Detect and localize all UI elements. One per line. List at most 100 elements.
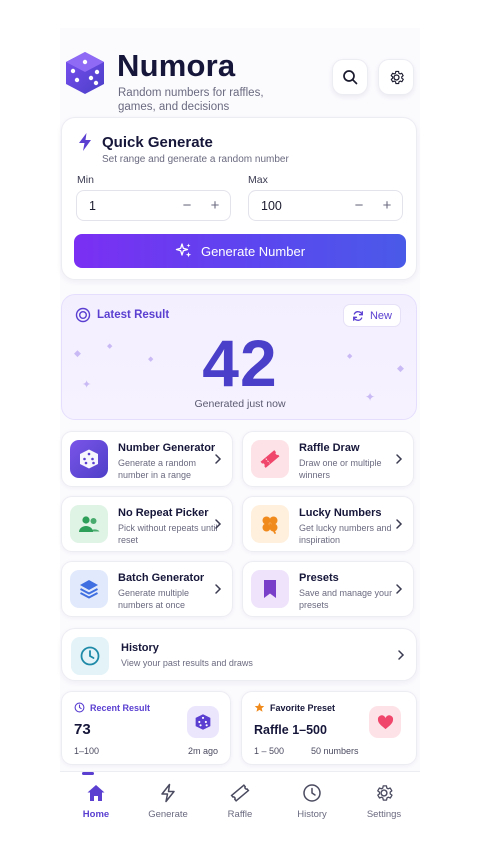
history-icon-box <box>71 637 109 675</box>
tile-icon-box <box>251 440 289 478</box>
tile-raffle-draw[interactable]: Raffle Draw Draw one or multiple winners <box>242 431 414 487</box>
history-row[interactable]: History View your past results and draws <box>61 628 417 681</box>
clock-icon <box>74 702 85 713</box>
max-decrement-button[interactable]: − <box>349 196 369 216</box>
favorite-preset-header: Favorite Preset <box>254 702 335 713</box>
tile-title: Batch Generator <box>118 572 205 584</box>
latest-result-title: Latest Result <box>97 309 170 321</box>
dice-icon <box>195 714 211 730</box>
nav-label: Settings <box>366 809 402 820</box>
chevron-right-icon <box>396 519 403 529</box>
favorite-preset-icon-box <box>369 706 401 738</box>
refresh-icon <box>353 310 363 321</box>
ticket-icon <box>260 450 280 468</box>
nav-active-indicator <box>82 772 94 775</box>
tile-number-generator[interactable]: Number Generator Generate a random numbe… <box>61 431 233 487</box>
favorite-preset-value: Raffle 1–500 <box>254 723 327 737</box>
tile-icon-box <box>70 440 108 478</box>
tile-description: Pick without repeats until reset <box>118 523 218 545</box>
nav-generate[interactable]: Generate <box>132 772 204 829</box>
max-label: Max <box>248 174 268 186</box>
clock-icon <box>80 646 100 666</box>
nav-settings[interactable]: Settings <box>348 772 420 829</box>
tile-title: Presets <box>299 572 339 584</box>
recent-result-range: 1–100 <box>74 746 100 756</box>
nav-label: History <box>297 809 327 820</box>
recent-result-icon-box <box>187 706 219 738</box>
new-result-label: New <box>369 309 392 322</box>
users-icon <box>79 516 100 532</box>
ticket-icon <box>230 784 250 802</box>
history-title: History <box>121 642 159 654</box>
app-title: Numora <box>117 48 236 83</box>
nav-label: Home <box>82 809 110 820</box>
min-decrement-button[interactable]: − <box>177 196 197 216</box>
tile-title: Raffle Draw <box>299 442 360 454</box>
max-value[interactable]: 100 <box>261 199 282 213</box>
gear-icon <box>377 785 393 801</box>
search-icon <box>343 70 358 85</box>
header: Numora Random numbers for raffles, games… <box>60 38 420 118</box>
heart-icon <box>377 714 393 729</box>
min-value[interactable]: 1 <box>89 199 96 213</box>
generate-number-button[interactable]: Generate Number <box>74 234 406 268</box>
tile-description: Save and manage your presets <box>299 588 393 610</box>
tile-presets[interactable]: Presets Save and manage your presets <box>242 561 414 617</box>
recent-result-card[interactable]: Recent Result 73 1–100 2m ago <box>61 691 231 765</box>
app-screen: Numora Random numbers for raffles, games… <box>60 28 420 828</box>
nav-raffle[interactable]: Raffle <box>204 772 276 829</box>
chevron-right-icon <box>398 650 405 660</box>
generate-number-label: Generate Number <box>200 243 306 259</box>
bookmark-icon <box>264 580 276 598</box>
favorite-preset-range: 1 – 500 <box>254 746 285 756</box>
tile-description: Generate a random number in a range <box>118 458 197 480</box>
favorite-preset-count: 50 numbers <box>311 746 359 756</box>
chevron-right-icon <box>396 454 403 464</box>
chevron-right-icon <box>396 584 403 594</box>
recent-result-time: 2m ago <box>188 746 219 756</box>
tile-title: Lucky Numbers <box>299 507 382 519</box>
latest-result-number: 42 <box>202 326 278 400</box>
tile-icon-box <box>251 570 289 608</box>
min-label: Min <box>77 174 94 186</box>
tile-icon-box <box>70 505 108 543</box>
nav-label: Raffle <box>227 809 253 820</box>
nav-history[interactable]: History <box>276 772 348 829</box>
recent-result-value: 73 <box>74 721 91 738</box>
chevron-right-icon <box>215 519 222 529</box>
bottom-nav: Home Generate Raffle History Settings <box>60 771 420 828</box>
recent-result-header-label: Recent Result <box>90 702 151 713</box>
new-result-button[interactable]: New <box>343 304 401 327</box>
tile-icon-box <box>70 570 108 608</box>
tile-batch-generator[interactable]: Batch Generator Generate multiple number… <box>61 561 233 617</box>
quick-generate-subtitle: Set range and generate a random number <box>102 154 289 165</box>
tile-icon-box <box>251 505 289 543</box>
target-icon <box>75 307 91 323</box>
recent-result-header: Recent Result <box>74 702 150 713</box>
max-stepper[interactable]: 100 − + <box>248 190 403 221</box>
tile-description: Get lucky numbers and inspiration <box>299 523 392 545</box>
gear-icon <box>390 70 404 84</box>
min-stepper[interactable]: 1 − + <box>76 190 231 221</box>
latest-result-caption: Generated just now <box>194 398 286 410</box>
tile-title: No Repeat Picker <box>118 507 209 519</box>
max-increment-button[interactable]: + <box>377 196 397 216</box>
tile-no-repeat-picker[interactable]: No Repeat Picker Pick without repeats un… <box>61 496 233 552</box>
tile-lucky-numbers[interactable]: Lucky Numbers Get lucky numbers and insp… <box>242 496 414 552</box>
clover-icon <box>262 516 278 534</box>
lightning-icon <box>161 783 175 803</box>
settings-button[interactable] <box>378 59 414 95</box>
latest-result-card: Latest Result New ◆ ◆ ✦ ◆ ◆ ◆ ✦ 42 Gener… <box>61 294 417 420</box>
tile-description: Draw one or multiple winners <box>299 458 382 480</box>
search-button[interactable] <box>332 59 368 95</box>
chevron-right-icon <box>215 584 222 594</box>
min-increment-button[interactable]: + <box>205 196 225 216</box>
nav-label: Generate <box>148 809 188 820</box>
sparkles-icon <box>175 243 192 258</box>
home-icon <box>87 785 105 801</box>
dice-icon <box>80 449 98 469</box>
nav-home[interactable]: Home <box>60 772 132 829</box>
favorite-preset-card[interactable]: Favorite Preset Raffle 1–500 1 – 500 50 … <box>241 691 417 765</box>
chevron-right-icon <box>215 454 222 464</box>
tile-description: Generate multiple numbers at once <box>118 588 190 610</box>
